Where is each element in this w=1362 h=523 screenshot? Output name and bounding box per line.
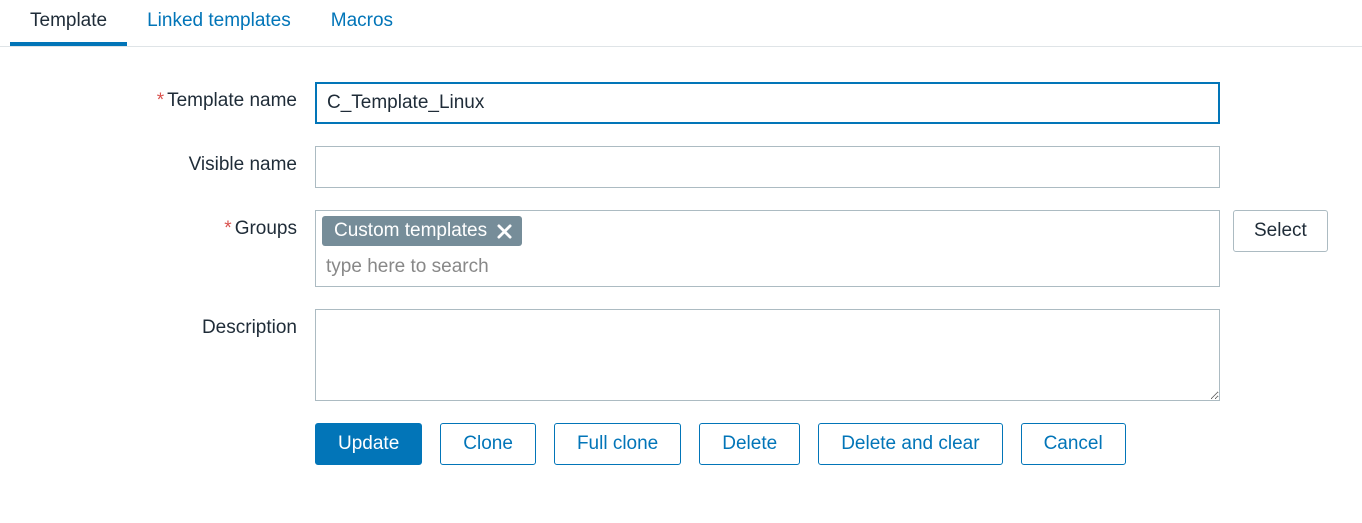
groups-multiselect[interactable]: Custom templates <box>315 210 1220 287</box>
clone-button[interactable]: Clone <box>440 423 536 465</box>
group-tag: Custom templates <box>322 216 522 246</box>
tabs-bar: Template Linked templates Macros <box>0 0 1362 47</box>
label-template-name-text: Template name <box>167 90 297 111</box>
description-textarea[interactable] <box>315 309 1220 401</box>
group-tag-label: Custom templates <box>334 220 487 242</box>
groups-search-input[interactable] <box>322 250 1213 286</box>
tab-linked-templates[interactable]: Linked templates <box>127 0 311 46</box>
label-template-name: *Template name <box>20 82 315 112</box>
template-form: *Template name Visible name *Groups Cust… <box>0 47 1362 485</box>
label-visible-name-text: Visible name <box>189 154 297 175</box>
required-marker: * <box>224 218 231 239</box>
row-visible-name: Visible name <box>20 146 1342 188</box>
form-actions: Update Clone Full clone Delete Delete an… <box>315 423 1342 465</box>
remove-tag-icon[interactable] <box>497 224 512 239</box>
row-description: Description <box>20 309 1342 401</box>
row-template-name: *Template name <box>20 82 1342 124</box>
delete-and-clear-button[interactable]: Delete and clear <box>818 423 1002 465</box>
tab-template[interactable]: Template <box>10 0 127 46</box>
row-groups: *Groups Custom templates Select <box>20 210 1342 287</box>
label-groups-text: Groups <box>235 218 297 239</box>
groups-select-button[interactable]: Select <box>1233 210 1328 252</box>
delete-button[interactable]: Delete <box>699 423 800 465</box>
cancel-button[interactable]: Cancel <box>1021 423 1126 465</box>
template-name-input[interactable] <box>315 82 1220 124</box>
label-description-text: Description <box>202 317 297 338</box>
tab-macros[interactable]: Macros <box>311 0 413 46</box>
groups-container: Custom templates Select <box>315 210 1328 287</box>
full-clone-button[interactable]: Full clone <box>554 423 681 465</box>
required-marker: * <box>157 90 164 111</box>
label-groups: *Groups <box>20 210 315 240</box>
label-visible-name: Visible name <box>20 146 315 176</box>
update-button[interactable]: Update <box>315 423 422 465</box>
label-description: Description <box>20 309 315 339</box>
visible-name-input[interactable] <box>315 146 1220 188</box>
